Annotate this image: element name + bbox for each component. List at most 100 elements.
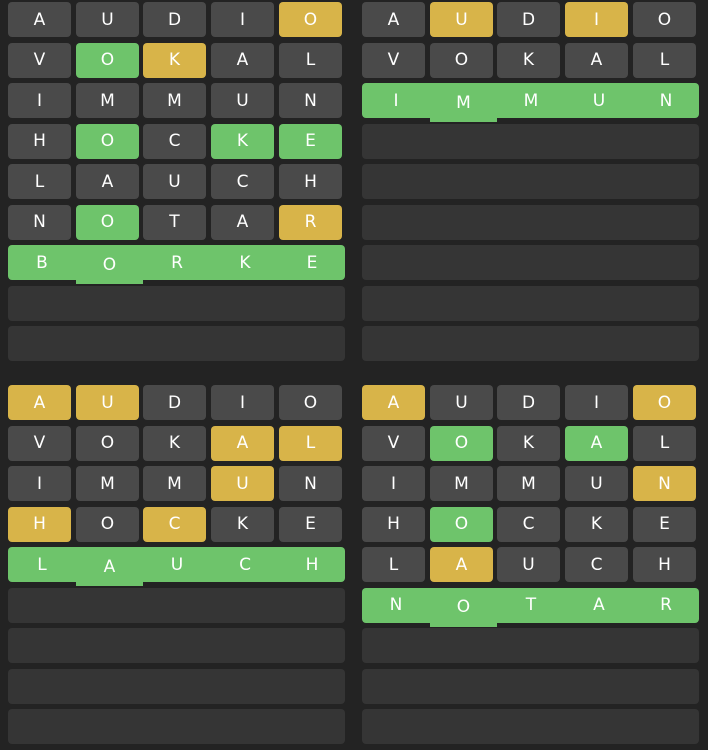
- letter-tile-correct: R: [633, 587, 699, 623]
- letter-tile-present: A: [211, 425, 274, 461]
- letter-tile-correct: H: [279, 547, 345, 582]
- letter-tile-absent: E: [279, 506, 342, 542]
- letter-tile-absent: A: [76, 164, 139, 199]
- guess-row: IMMUN: [8, 466, 345, 501]
- letter-tile-correct: E: [279, 123, 342, 159]
- letter-tile-correct: T: [497, 587, 565, 623]
- letter-tile-absent: L: [633, 425, 696, 461]
- letter-tile-absent: D: [497, 2, 560, 37]
- letter-tile-correct: R: [143, 245, 211, 280]
- letter-tile-absent: I: [362, 466, 425, 501]
- letter-tile-absent: O: [279, 385, 342, 420]
- letter-tile-absent: U: [497, 547, 560, 582]
- guess-row: VOKAL: [362, 425, 699, 461]
- letter-tile-correct: O: [76, 42, 139, 78]
- letter-tile-absent: A: [8, 2, 71, 37]
- letter-tile-absent: K: [143, 425, 206, 461]
- letter-tile-present: H: [8, 506, 71, 542]
- letter-tile-correct: L: [8, 547, 76, 582]
- letter-tile-correct: N: [362, 587, 430, 623]
- letter-tile-correct: U: [143, 547, 211, 582]
- letter-tile-correct: K: [211, 123, 274, 159]
- guess-row: AUDIO: [8, 385, 345, 420]
- letter-tile-absent: U: [211, 83, 274, 118]
- letter-tile-absent: H: [362, 506, 425, 542]
- guess-row: HOCKE: [8, 123, 345, 159]
- letter-tile-absent: A: [211, 204, 274, 240]
- board-top-right: AUDIOVOKALIMMUN: [362, 0, 699, 364]
- letter-tile-present: U: [211, 466, 274, 501]
- letter-tile-absent: M: [430, 466, 493, 501]
- letter-tile-absent: K: [497, 42, 560, 78]
- letter-tile-present: A: [362, 385, 425, 420]
- letter-tile-absent: I: [8, 83, 71, 118]
- empty-guess-row: [8, 709, 345, 744]
- letter-tile-correct: O: [430, 506, 493, 542]
- letter-tile-correct: U: [565, 83, 633, 118]
- letter-tile-correct: A: [565, 587, 633, 623]
- letter-tile-present: L: [279, 425, 342, 461]
- letter-tile-absent: I: [8, 466, 71, 501]
- guess-row: IMMUN: [8, 83, 345, 118]
- letter-tile-correct: I: [362, 83, 430, 118]
- solved-guess-row: BORKE: [8, 245, 345, 284]
- letter-tile-absent: H: [633, 547, 696, 582]
- letter-tile-correct: O: [430, 587, 497, 627]
- letter-tile-absent: O: [430, 42, 493, 78]
- guess-row: AUDIO: [362, 2, 699, 37]
- letter-tile-absent: C: [211, 164, 274, 199]
- letter-tile-absent: T: [143, 204, 206, 240]
- letter-tile-absent: V: [362, 42, 425, 78]
- letter-tile-absent: L: [362, 547, 425, 582]
- empty-guess-row: [362, 123, 699, 159]
- letter-tile-correct: E: [279, 245, 345, 280]
- letter-tile-correct: M: [430, 83, 497, 122]
- empty-guess-row: [8, 285, 345, 321]
- letter-tile-absent: I: [211, 385, 274, 420]
- empty-guess-row: [8, 587, 345, 623]
- letter-tile-present: O: [279, 2, 342, 37]
- letter-tile-absent: A: [211, 42, 274, 78]
- letter-tile-absent: N: [279, 466, 342, 501]
- letter-tile-correct: M: [497, 83, 565, 118]
- board-top-left: AUDIOVOKALIMMUNHOCKELAUCHNOTARBORKE: [8, 0, 345, 364]
- guess-row: VOKAL: [8, 42, 345, 78]
- letter-tile-present: N: [633, 466, 696, 501]
- letter-tile-correct: O: [430, 425, 493, 461]
- quordle-game: AUDIOVOKALIMMUNHOCKELAUCHNOTARBORKE AUDI…: [0, 0, 708, 750]
- letter-tile-correct: O: [76, 245, 143, 284]
- letter-tile-absent: U: [143, 164, 206, 199]
- guess-row: IMMUN: [362, 466, 699, 501]
- letter-tile-absent: C: [565, 547, 628, 582]
- letter-tile-absent: I: [211, 2, 274, 37]
- letter-tile-present: O: [633, 385, 696, 420]
- letter-tile-correct: O: [76, 204, 139, 240]
- letter-tile-present: R: [279, 204, 342, 240]
- empty-guess-row: [362, 285, 699, 321]
- letter-tile-absent: M: [76, 466, 139, 501]
- letter-tile-present: U: [430, 2, 493, 37]
- empty-guess-row: [8, 326, 345, 361]
- empty-guess-row: [362, 204, 699, 240]
- solved-guess-row: NOTAR: [362, 587, 699, 627]
- letter-tile-absent: N: [8, 204, 71, 240]
- letter-tile-absent: K: [497, 425, 560, 461]
- letter-tile-present: A: [8, 385, 71, 420]
- empty-guess-row: [362, 326, 699, 361]
- letter-tile-absent: V: [362, 425, 425, 461]
- guess-row: NOTAR: [8, 204, 345, 240]
- empty-guess-row: [362, 164, 699, 199]
- letter-tile-absent: D: [497, 385, 560, 420]
- solved-guess-row: IMMUN: [362, 83, 699, 122]
- empty-guess-row: [362, 245, 699, 280]
- letter-tile-present: I: [565, 2, 628, 37]
- letter-tile-correct: N: [633, 83, 699, 118]
- board-bottom-right: AUDIOVOKALIMMUNHOCKELAUCHNOTAR: [362, 383, 699, 747]
- letter-tile-absent: U: [565, 466, 628, 501]
- letter-tile-correct: O: [76, 123, 139, 159]
- letter-tile-absent: C: [497, 506, 560, 542]
- letter-tile-absent: M: [497, 466, 560, 501]
- guess-row: AUDIO: [362, 385, 699, 420]
- letter-tile-absent: U: [430, 385, 493, 420]
- empty-guess-row: [362, 709, 699, 744]
